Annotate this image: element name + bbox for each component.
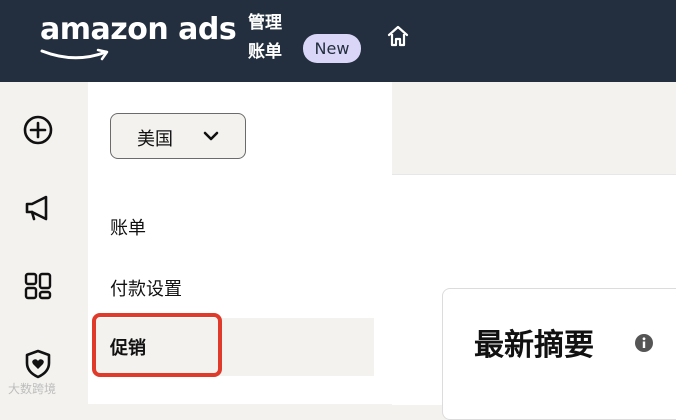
amazon-ads-logo[interactable]: amazon ads	[40, 12, 237, 61]
megaphone-icon[interactable]	[22, 192, 54, 224]
summary-card-title: 最新摘要	[474, 328, 594, 363]
new-badge: New	[303, 34, 361, 63]
smile-arrow-icon	[40, 48, 109, 61]
dashboard-grid-icon[interactable]	[22, 270, 54, 302]
nav-title-manage[interactable]: 管理	[248, 8, 282, 33]
country-selector[interactable]: 美国	[110, 113, 246, 159]
logo-text: amazon ads	[40, 12, 237, 47]
country-selector-label: 美国	[137, 129, 173, 150]
chevron-down-icon	[203, 131, 219, 141]
nav-title-billing[interactable]: 账单	[248, 37, 282, 62]
home-icon[interactable]	[386, 24, 410, 48]
watermark: 大数跨境	[8, 382, 57, 396]
subnav-item-payment-settings[interactable]: 付款设置	[110, 275, 182, 301]
shield-heart-icon[interactable]	[22, 348, 54, 380]
info-icon[interactable]	[634, 333, 654, 353]
plus-circle-icon[interactable]	[22, 114, 54, 146]
top-bar: amazon ads 管理 账单 New	[0, 0, 676, 82]
highlight-annotation	[92, 313, 222, 377]
subnav-item-billing[interactable]: 账单	[110, 214, 146, 240]
